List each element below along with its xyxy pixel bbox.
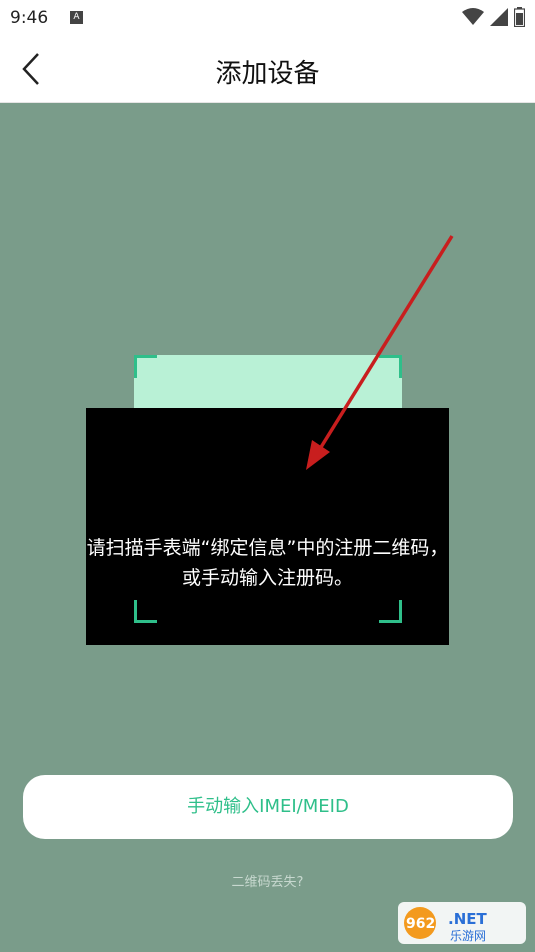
status-time: 9:46 <box>10 8 49 28</box>
scan-corner-bottom-right <box>379 600 402 623</box>
svg-text:.NET: .NET <box>448 910 487 928</box>
scan-corner-bottom-left <box>134 600 157 623</box>
manual-input-button[interactable]: 手动输入IMEI/MEID <box>23 775 513 839</box>
svg-text:乐游网: 乐游网 <box>450 929 486 943</box>
signal-icon <box>490 8 508 26</box>
svg-text:962: 962 <box>406 916 435 932</box>
header: 添加设备 <box>0 36 535 103</box>
lost-qr-link[interactable]: 二维码丢失? <box>0 871 535 890</box>
wifi-icon <box>462 8 484 25</box>
page-title: 添加设备 <box>215 59 320 89</box>
instruction-line-2: 或手动输入注册码。 <box>181 567 353 589</box>
watermark-logo: 962 .NET 乐游网 <box>398 900 528 946</box>
status-icons <box>462 7 525 27</box>
battery-icon <box>514 7 525 27</box>
instruction-line-1: 请扫描手表端“绑定信息”中的注册二维码， <box>86 537 449 559</box>
scan-instruction: 请扫描手表端“绑定信息”中的注册二维码， 或手动输入注册码。 <box>0 533 535 593</box>
notification-a-icon: A <box>70 11 83 24</box>
status-bar: 9:46 A <box>0 0 535 36</box>
